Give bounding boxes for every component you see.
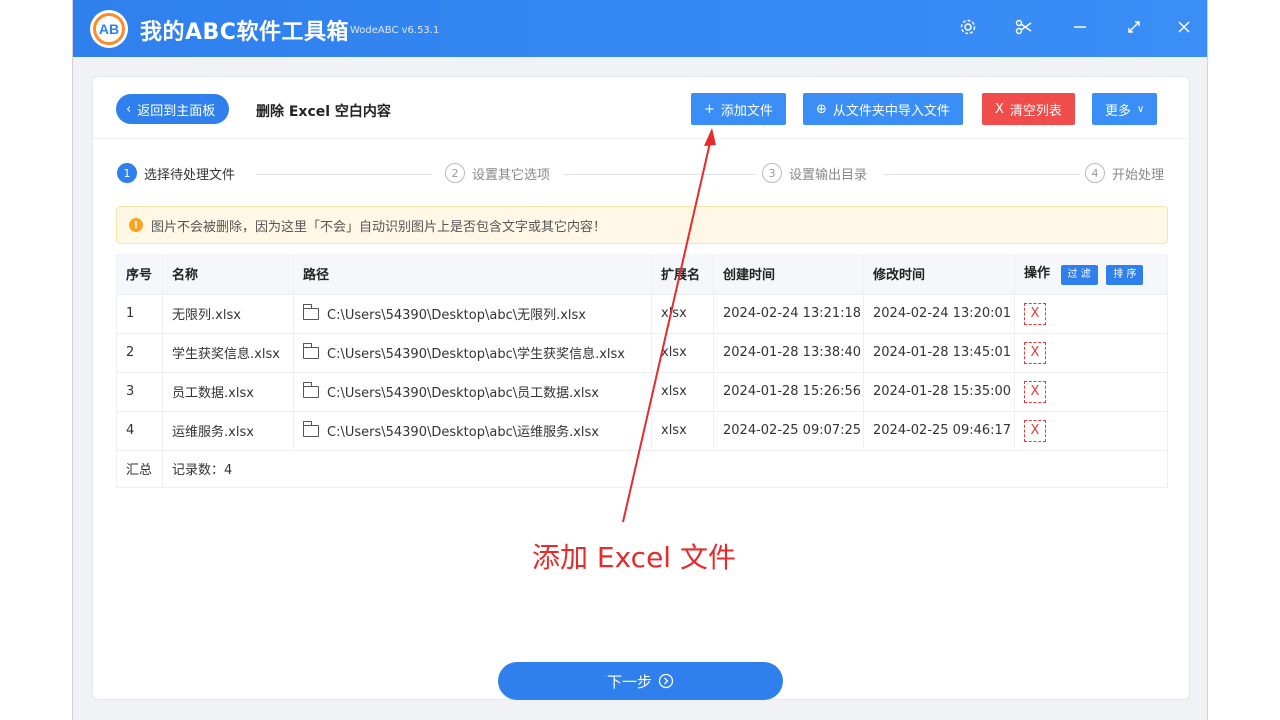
annotation-text: 添加 Excel 文件 (532, 541, 736, 574)
next-button-label: 下一步 (606, 672, 652, 691)
arrow-right-circle-icon (658, 673, 674, 689)
annotation-arrow (622, 128, 716, 523)
annotation-arrow-head (704, 128, 716, 146)
next-step-button[interactable]: 下一步 (498, 662, 783, 700)
annotation-arrow-line (622, 133, 713, 523)
